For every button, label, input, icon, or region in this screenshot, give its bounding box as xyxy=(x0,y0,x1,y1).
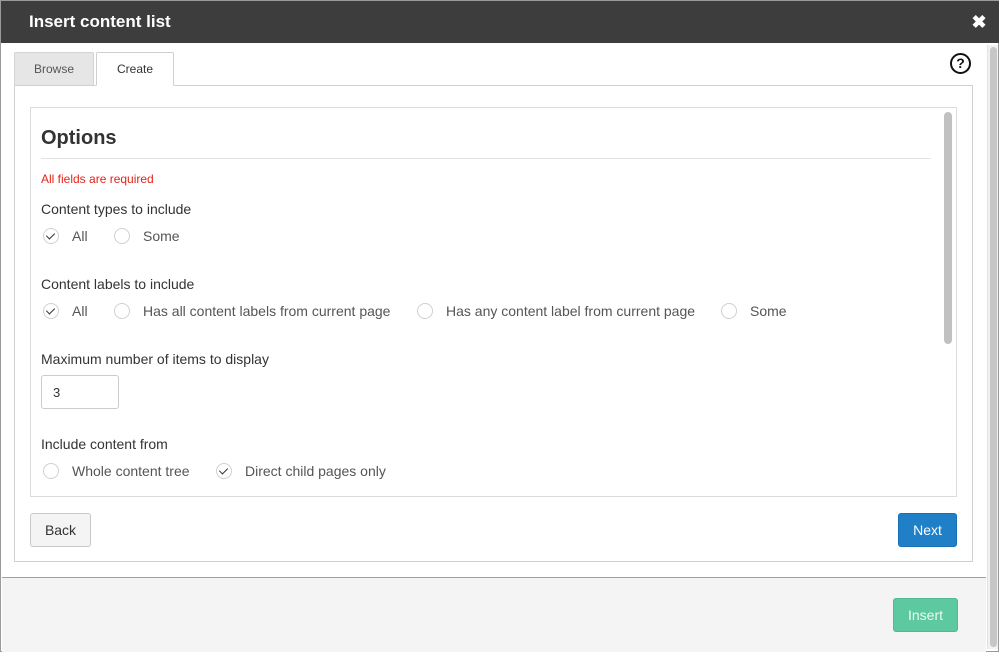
next-button[interactable]: Next xyxy=(898,513,957,547)
content-types-all-radio[interactable]: All xyxy=(43,227,88,245)
radio-circle xyxy=(43,463,59,479)
radio-label: All xyxy=(72,228,88,244)
check-icon xyxy=(43,228,59,244)
radio-label: Direct child pages only xyxy=(245,463,386,479)
radio-label: Some xyxy=(750,303,787,319)
radio-label: Whole content tree xyxy=(72,463,190,479)
insert-content-list-dialog: Insert content list ✖ Browse Create ? Op… xyxy=(0,0,999,652)
dialog-titlebar: Insert content list ✖ xyxy=(1,1,999,43)
dialog-scrollbar-thumb[interactable] xyxy=(990,47,997,647)
dialog-title: Insert content list xyxy=(29,12,171,31)
content-labels-has-all-radio[interactable]: Has all content labels from current page xyxy=(114,302,390,320)
radio-label: Some xyxy=(143,228,180,244)
radio-label: All xyxy=(72,303,88,319)
close-icon[interactable]: ✖ xyxy=(969,12,989,32)
options-heading: Options xyxy=(41,127,117,149)
include-from-label: Include content from xyxy=(41,436,168,452)
radio-label: Has any content label from current page xyxy=(446,303,696,319)
radio-circle xyxy=(417,303,433,319)
content-labels-label: Content labels to include xyxy=(41,276,195,292)
options-divider xyxy=(41,158,931,159)
check-icon xyxy=(43,303,59,319)
include-whole-tree-radio[interactable]: Whole content tree xyxy=(43,462,190,480)
help-icon[interactable]: ? xyxy=(950,53,971,74)
dialog-footer xyxy=(2,577,986,652)
insert-button[interactable]: Insert xyxy=(893,598,958,632)
content-labels-some-radio[interactable]: Some xyxy=(721,302,787,320)
content-labels-all-radio[interactable]: All xyxy=(43,302,88,320)
options-scrollbar[interactable] xyxy=(943,111,953,493)
content-types-label: Content types to include xyxy=(41,201,192,217)
options-scrollbar-thumb[interactable] xyxy=(944,112,952,344)
tab-browse[interactable]: Browse xyxy=(14,52,94,86)
back-button[interactable]: Back xyxy=(30,513,91,547)
include-direct-children-radio[interactable]: Direct child pages only xyxy=(216,462,386,480)
radio-circle xyxy=(114,303,130,319)
check-icon xyxy=(216,463,232,479)
radio-circle xyxy=(114,228,130,244)
dialog-scrollbar[interactable] xyxy=(987,45,998,649)
max-items-input[interactable] xyxy=(41,375,119,409)
max-items-label: Maximum number of items to display xyxy=(41,351,269,367)
radio-circle xyxy=(721,303,737,319)
content-types-some-radio[interactable]: Some xyxy=(114,227,180,245)
content-labels-has-any-radio[interactable]: Has any content label from current page xyxy=(417,302,695,320)
required-note: All fields are required xyxy=(41,172,154,186)
tab-create[interactable]: Create xyxy=(96,52,174,86)
radio-label: Has all content labels from current page xyxy=(143,303,391,319)
